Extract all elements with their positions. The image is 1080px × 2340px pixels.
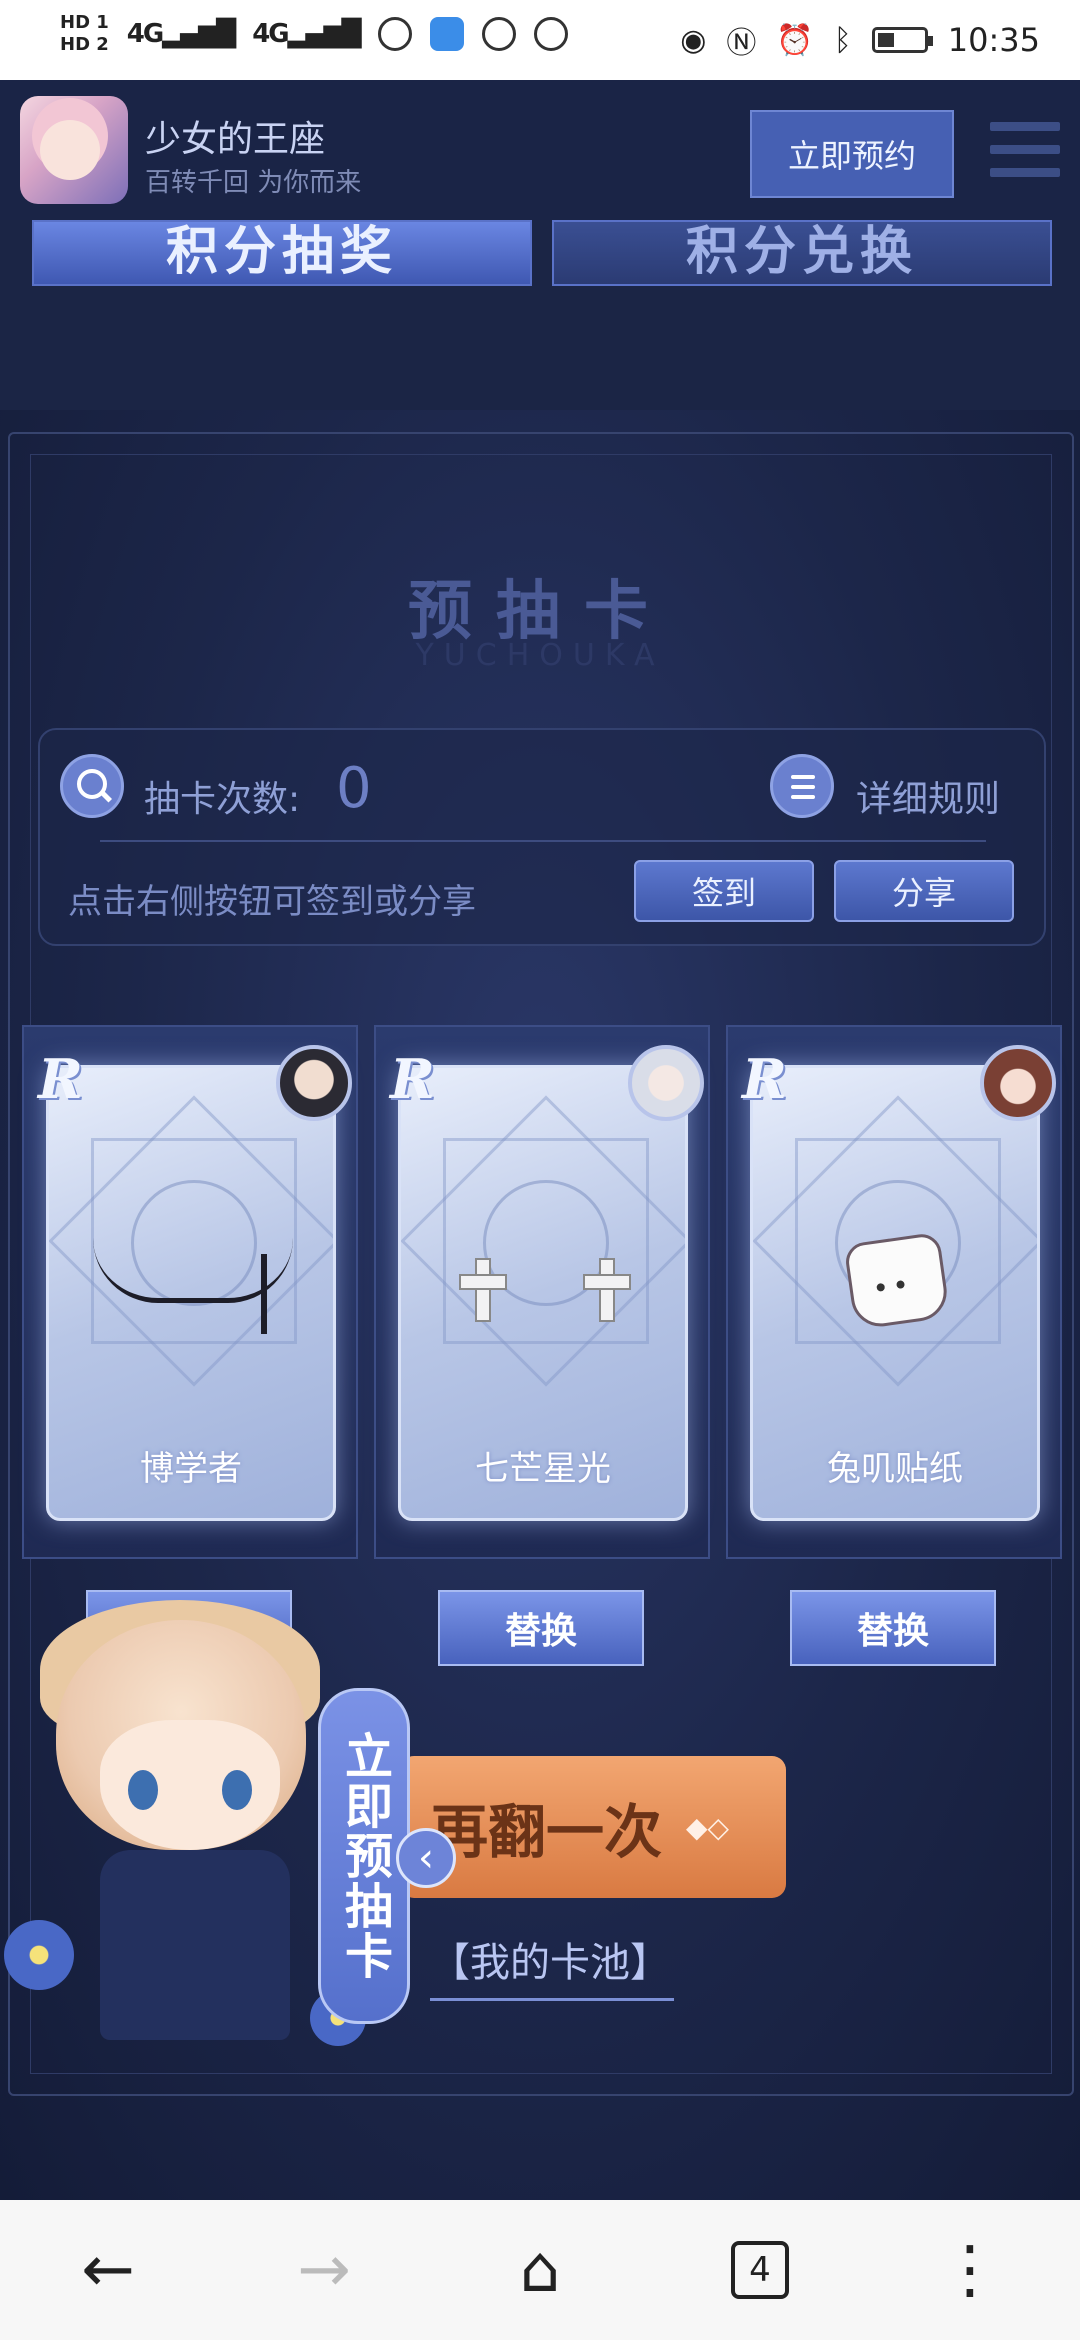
menu-icon[interactable] <box>990 122 1060 182</box>
app-subtitle: 百转千回 为你而来 <box>145 168 362 198</box>
browser-icon <box>377 17 412 51</box>
back-icon[interactable]: ← <box>68 2230 148 2310</box>
signin-button[interactable]: 签到 <box>634 860 814 922</box>
collapse-icon[interactable]: ‹ <box>396 1828 456 1888</box>
upper-tabs-area: 积分抽奖 积分兑换 <box>0 220 1080 410</box>
tab-points-lottery[interactable]: 积分抽奖 <box>32 220 532 286</box>
reserve-button[interactable]: 立即预约 <box>750 110 954 198</box>
card-name: 七芒星光 <box>475 1449 611 1489</box>
hint-text: 点击右侧按钮可签到或分享 <box>68 882 476 922</box>
status-right: ◉ Ⓝ ⏰ ᛒ 10:35 <box>680 18 1040 62</box>
cross-earring-icon <box>583 1258 631 1322</box>
card-slot-1[interactable]: 博学者 R <box>22 1025 358 1559</box>
draw-count-value: 0 <box>336 756 372 821</box>
mascot-eye <box>128 1770 158 1810</box>
character-avatar <box>276 1045 352 1121</box>
forward-icon[interactable]: → <box>284 2230 364 2310</box>
tabs-button[interactable]: 4 <box>720 2230 800 2310</box>
more-icon[interactable]: ⋮ <box>930 2230 1010 2310</box>
rarity-badge: R <box>390 1047 435 1111</box>
rules-icon[interactable] <box>770 754 834 818</box>
app-logo <box>20 96 128 204</box>
pendant-item-icon <box>261 1254 267 1334</box>
rarity-badge: R <box>38 1047 83 1111</box>
chat-icon <box>481 17 516 51</box>
flip-again-label: 再翻一次 <box>430 1798 663 1866</box>
draw-count-label: 抽卡次数: <box>144 779 301 820</box>
status-bar: HD 1 HD 2 4G▂▄▆█ 4G▂▄▆█ ◉ Ⓝ ⏰ ᛒ 10:35 <box>0 0 1080 80</box>
divider <box>100 840 986 842</box>
replace-button-2[interactable]: 替换 <box>438 1590 644 1666</box>
bunny-sticker-icon <box>843 1231 951 1331</box>
signal1-label: 4G <box>126 19 164 49</box>
card-3[interactable]: 兔叽贴纸 <box>750 1065 1040 1521</box>
signal2-label: 4G <box>252 19 289 49</box>
my-pool-link[interactable]: 【我的卡池】 <box>430 1930 674 2001</box>
character-avatar <box>980 1045 1056 1121</box>
share-button[interactable]: 分享 <box>834 860 1014 922</box>
tab-points-lottery-label: 积分抽奖 <box>165 222 398 282</box>
hd-indicators: HD 1 HD 2 <box>60 12 109 56</box>
status-left: HD 1 HD 2 4G▂▄▆█ 4G▂▄▆█ <box>60 12 568 56</box>
character-avatar <box>628 1045 704 1121</box>
tab-points-exchange[interactable]: 积分兑换 <box>552 220 1052 286</box>
app-header: 少女的王座 百转千回 为你而来 立即预约 <box>0 80 1080 222</box>
card-slot-3[interactable]: 兔叽贴纸 R <box>726 1025 1062 1559</box>
battery-icon <box>871 27 933 53</box>
card-1[interactable]: 博学者 <box>46 1065 336 1521</box>
flower-icon <box>4 1920 74 1990</box>
info-panel: 抽卡次数: 0 详细规则 点击右侧按钮可签到或分享 签到 分享 <box>38 728 1046 946</box>
signal2-icon: 4G▂▄▆█ <box>252 19 361 49</box>
home-icon[interactable]: ⌂ <box>500 2230 580 2310</box>
search-icon <box>60 754 124 818</box>
card-name: 兔叽贴纸 <box>827 1449 963 1489</box>
card-slot-2[interactable]: 七芒星光 R <box>374 1025 710 1559</box>
card-2[interactable]: 七芒星光 <box>398 1065 688 1521</box>
mascot-eye <box>222 1770 252 1810</box>
alarm-icon: ⏰ <box>776 22 814 58</box>
rules-link[interactable]: 详细规则 <box>856 770 1000 822</box>
section-subtitle: YUCHOUKA <box>415 638 665 673</box>
nfc-icon: Ⓝ <box>726 26 757 61</box>
rarity-badge: R <box>742 1047 787 1111</box>
diamond-icon: ◆◇ <box>686 1810 730 1844</box>
mascot-body <box>100 1850 290 2040</box>
hd2-label: HD 2 <box>60 34 109 55</box>
mascot-face <box>100 1720 280 1850</box>
tab-points-exchange-label: 积分兑换 <box>685 222 918 282</box>
hd1-label: HD 1 <box>60 12 109 33</box>
tabs-count: 4 <box>731 2241 789 2299</box>
cloud-icon <box>429 17 464 51</box>
cross-earring-icon <box>459 1258 507 1322</box>
app-title: 少女的王座 <box>145 119 326 160</box>
clock: 10:35 <box>947 21 1040 59</box>
card-name: 博学者 <box>140 1449 242 1489</box>
eye-icon: ◉ <box>680 22 707 58</box>
flip-again-button[interactable]: 再翻一次 ◆◇ <box>400 1756 786 1898</box>
hand-icon <box>533 17 568 51</box>
signal-icon: 4G▂▄▆█ <box>126 19 236 49</box>
browser-nav-bar: ← → ⌂ 4 ⋮ <box>0 2200 1080 2340</box>
replace-button-3[interactable]: 替换 <box>790 1590 996 1666</box>
bluetooth-icon: ᛒ <box>833 22 852 58</box>
